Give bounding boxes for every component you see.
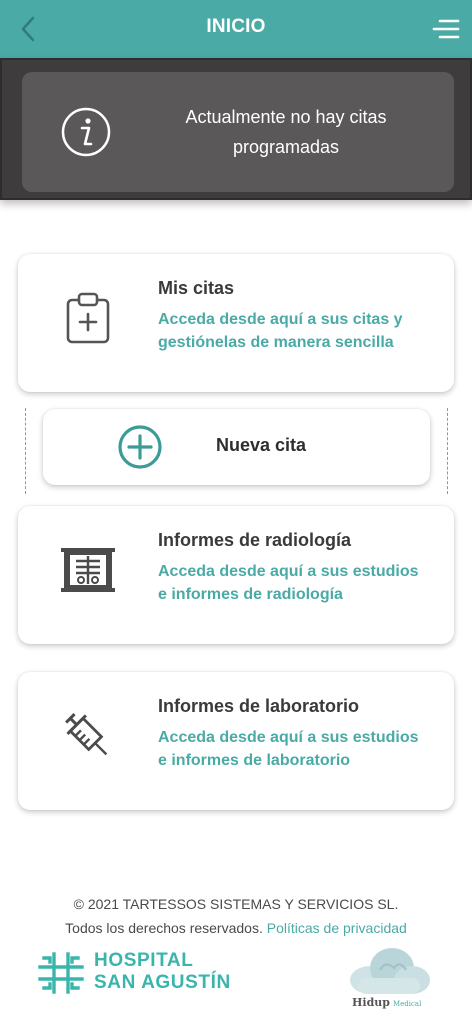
- notice-line-2: programadas: [232, 137, 340, 157]
- card-description: Acceda desde aquí a sus estudios e infor…: [158, 560, 432, 606]
- privacy-policy-link[interactable]: Políticas de privacidad: [267, 920, 407, 936]
- new-appointment-label: Nueva cita: [216, 435, 307, 455]
- card-description: Acceda desde aquí a sus estudios e infor…: [158, 726, 432, 772]
- hospital-name: HOSPITAL SAN AGUSTÍN: [94, 950, 231, 994]
- card-description-line-1: Acceda desde aquí a sus estudios: [158, 563, 419, 580]
- rights-text: Todos los derechos reservados. Políticas…: [0, 920, 472, 936]
- card-title: Informes de radiología: [158, 530, 352, 550]
- menu-icon: [432, 19, 460, 39]
- xray-icon: [61, 548, 115, 592]
- hidup-logo-text: Hidup Medical: [352, 996, 421, 1009]
- menu-button[interactable]: [430, 14, 460, 44]
- hospital-name-line-1: HOSPITAL: [94, 950, 194, 971]
- copyright-text: © 2021 TARTESSOS SISTEMAS Y SERVICIOS SL…: [73, 896, 399, 912]
- card-title: Informes de laboratorio: [158, 696, 360, 716]
- card-description-line-1: Acceda desde aquí a sus citas y: [158, 311, 403, 328]
- syringe-icon: [65, 713, 108, 756]
- appointments-notice: Actualmente no hay citas programadas: [0, 58, 472, 200]
- new-appointment-button[interactable]: Nueva cita: [43, 409, 430, 485]
- card-description-line-2: gestiónelas de manera sencilla: [158, 334, 394, 351]
- notice-box: Actualmente no hay citas programadas: [22, 72, 454, 192]
- hidup-name: Hidup: [352, 996, 390, 1009]
- clipboard-plus-icon: [66, 292, 110, 344]
- notice-text: Actualmente no hay citas programadas: [142, 102, 430, 162]
- info-icon: [61, 107, 111, 157]
- card-description-line-2: e informes de laboratorio: [158, 752, 351, 769]
- hospital-name-line-2: SAN AGUSTÍN: [94, 972, 231, 993]
- hospital-san-agustin-logo: HOSPITAL SAN AGUSTÍN: [38, 950, 248, 996]
- card-title: Mis citas: [158, 278, 235, 298]
- page-title: INICIO: [206, 16, 266, 37]
- hospital-logo-icon: [38, 952, 84, 994]
- card-description-line-2: e informes de radiología: [158, 586, 343, 603]
- hidup-medical-logo: Hidup Medical: [340, 946, 436, 1012]
- card-description: Acceda desde aquí a sus citas y gestióne…: [158, 308, 432, 354]
- connector-line-left: [25, 408, 26, 494]
- app-header: INICIO: [0, 0, 472, 58]
- notice-line-1: Actualmente no hay citas: [185, 107, 387, 127]
- radiology-reports-card[interactable]: Informes de radiología Acceda desde aquí…: [18, 506, 454, 644]
- card-description-line-1: Acceda desde aquí a sus estudios: [158, 729, 419, 746]
- mis-citas-card[interactable]: Mis citas Acceda desde aquí a sus citas …: [18, 254, 454, 392]
- cloud-icon: [350, 948, 430, 994]
- connector-line-right: [447, 408, 448, 494]
- rights-label: Todos los derechos reservados.: [65, 920, 263, 936]
- hidup-sub: Medical: [392, 1000, 422, 1008]
- lab-reports-card[interactable]: Informes de laboratorio Acceda desde aqu…: [18, 672, 454, 810]
- plus-circle-icon: [118, 425, 162, 469]
